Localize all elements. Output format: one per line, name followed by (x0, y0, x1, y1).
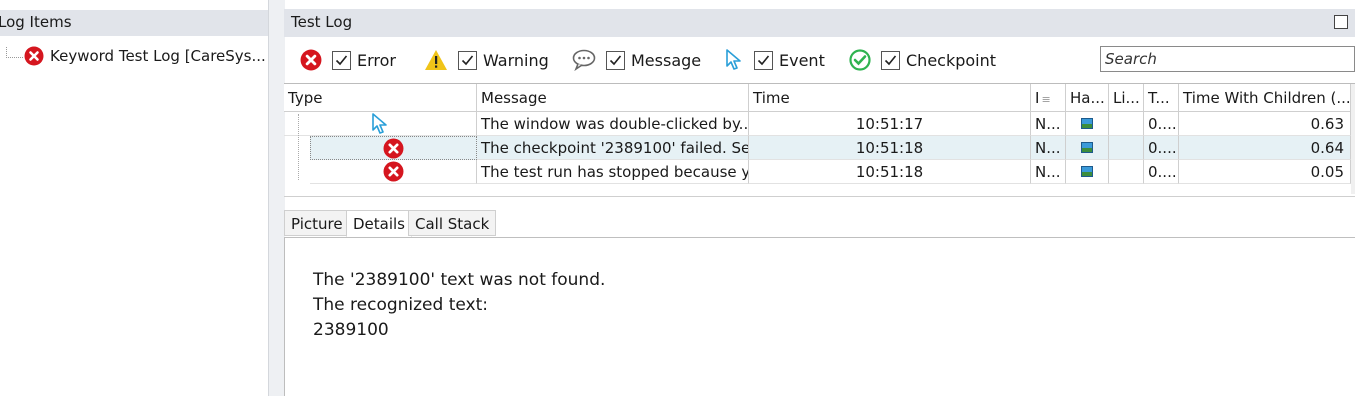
row-priority: N... (1031, 160, 1066, 184)
row-link (1109, 160, 1144, 184)
tree-item-label: Keyword Test Log [CareSys... (50, 47, 266, 65)
warning-icon (424, 49, 448, 71)
grid-scrollbar[interactable] (1351, 84, 1355, 194)
row-priority: N... (1031, 112, 1066, 136)
column-header-type[interactable]: Type (284, 84, 477, 112)
event-checkbox[interactable] (754, 50, 773, 70)
filter-checkpoint[interactable]: Checkpoint (849, 49, 996, 71)
picture-icon (1081, 118, 1093, 129)
row-type-cell (284, 112, 477, 136)
panel-splitter[interactable] (268, 0, 285, 396)
tree-connector (6, 47, 23, 58)
details-line-1: The '2389100' text was not found. (313, 270, 606, 290)
error-icon (300, 49, 322, 71)
row-has-picture (1066, 112, 1109, 136)
sort-icon: ≡ (1041, 93, 1051, 106)
row-type-cell (310, 136, 477, 160)
tab-picture[interactable]: Picture (284, 210, 350, 236)
error-icon (383, 161, 404, 182)
picture-icon (1081, 142, 1093, 153)
row-priority: N... (1031, 136, 1066, 160)
filter-warning-label: Warning (483, 50, 549, 70)
event-cursor-icon (724, 49, 744, 71)
message-checkbox[interactable] (606, 50, 625, 70)
row-link (1109, 136, 1144, 160)
filter-checkpoint-label: Checkpoint (906, 50, 997, 70)
warning-checkbox[interactable] (458, 50, 477, 70)
column-header-link[interactable]: Li... (1109, 84, 1144, 112)
error-icon (383, 138, 404, 159)
tree-guide (298, 114, 300, 180)
search-input[interactable]: Search (1100, 46, 1355, 72)
details-line-2: The recognized text: (313, 295, 488, 315)
row-message: The test run has stopped because y... (477, 160, 749, 184)
event-cursor-icon (370, 113, 390, 135)
filter-message-label: Message (631, 50, 702, 70)
row-time-with-children: 0.05 (1179, 160, 1351, 184)
error-icon (24, 46, 44, 66)
picture-icon (1081, 166, 1093, 177)
row-time-with-children: 0.64 (1179, 136, 1351, 160)
column-header-t[interactable]: T... (1144, 84, 1179, 112)
tree-item-keyword-test-log[interactable]: Keyword Test Log [CareSys... (24, 44, 268, 68)
row-message: The window was double-clicked by... (477, 112, 749, 136)
message-icon (572, 49, 596, 71)
test-log-title: Test Log (291, 13, 353, 31)
filter-error-label: Error (357, 50, 396, 70)
checkpoint-icon (849, 49, 871, 71)
details-line-3: 2389100 (313, 320, 389, 340)
checkpoint-checkbox[interactable] (881, 50, 900, 70)
row-time: 10:51:18 (749, 136, 1031, 160)
row-t: 0.... (1144, 160, 1179, 184)
column-header-message[interactable]: Message (477, 84, 749, 112)
filter-warning[interactable]: Warning (424, 49, 549, 71)
log-items-title: Log Items (0, 13, 72, 31)
row-has-picture (1066, 160, 1109, 184)
row-time-with-children: 0.63 (1179, 112, 1351, 136)
column-header-priority[interactable]: I ≡ (1031, 84, 1066, 112)
row-message: The checkpoint '2389100' failed. Se... (477, 136, 749, 160)
row-has-picture (1066, 136, 1109, 160)
filter-message[interactable]: Message (572, 49, 701, 71)
row-type-cell (310, 160, 477, 184)
details-panel (284, 237, 1355, 396)
row-time: 10:51:18 (749, 160, 1031, 184)
row-t: 0.... (1144, 136, 1179, 160)
column-header-time-with-children[interactable]: Time With Children (... (1179, 84, 1351, 112)
tab-details[interactable]: Details (346, 210, 413, 237)
filter-event-label: Event (779, 50, 825, 70)
tab-call-stack[interactable]: Call Stack (408, 210, 497, 236)
column-header-has-picture[interactable]: Ha... (1066, 84, 1109, 112)
filter-event[interactable]: Event (724, 49, 825, 71)
row-time: 10:51:17 (749, 112, 1031, 136)
error-checkbox[interactable] (332, 50, 351, 70)
row-link (1109, 112, 1144, 136)
column-header-priority-label: I (1035, 89, 1040, 107)
column-header-time[interactable]: Time (749, 84, 1031, 112)
test-log-header (284, 9, 1355, 37)
row-t: 0.... (1144, 112, 1179, 136)
maximize-icon[interactable] (1334, 15, 1348, 29)
filter-error[interactable]: Error (300, 49, 396, 71)
